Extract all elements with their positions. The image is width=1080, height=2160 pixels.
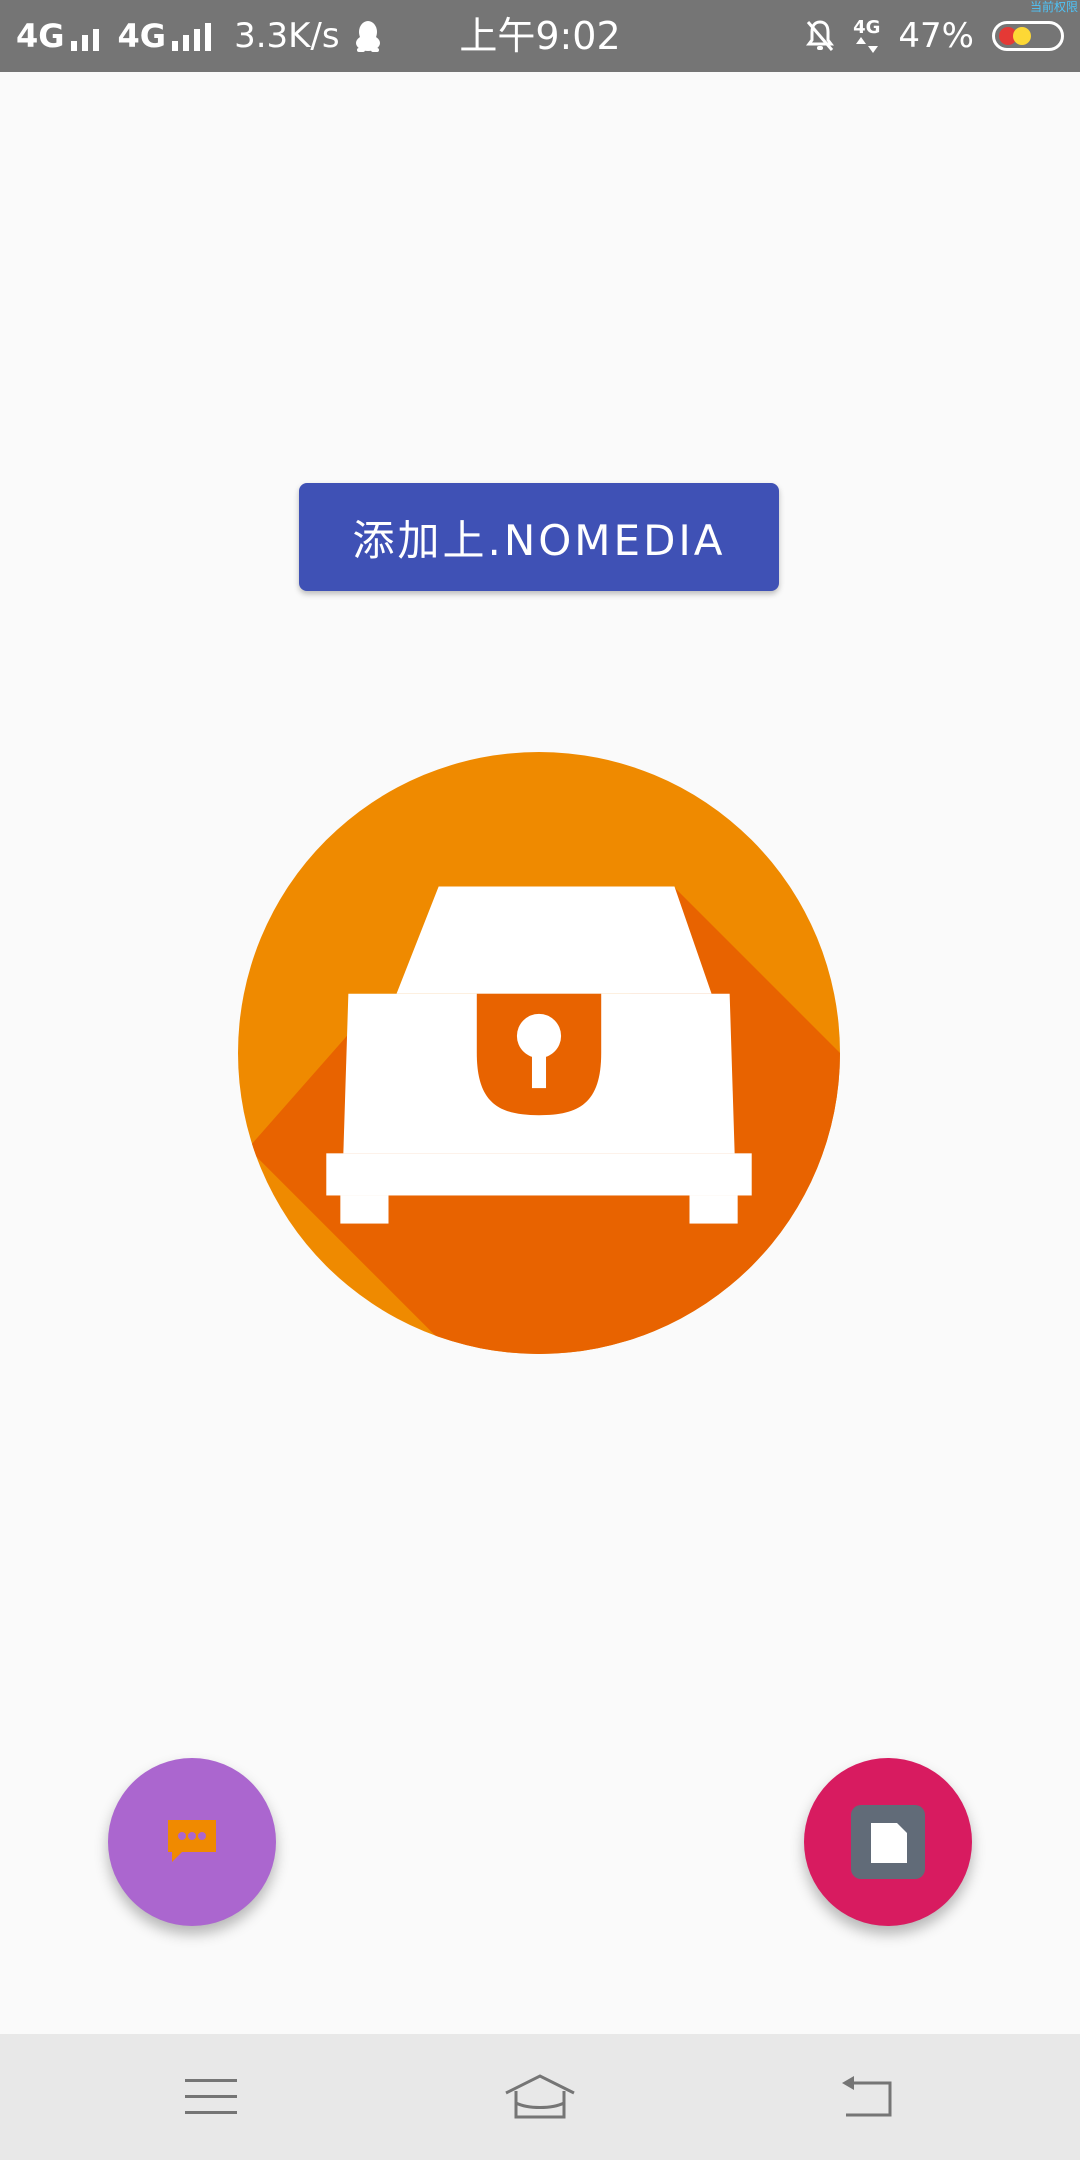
battery-icon xyxy=(992,21,1064,51)
navigation-bar xyxy=(0,2034,1080,2160)
back-icon xyxy=(842,2076,892,2117)
signal-icon xyxy=(172,21,216,51)
sim2-network-type: 4G xyxy=(117,17,167,55)
add-nomedia-button[interactable]: 添加上.NOMEDIA xyxy=(299,483,779,591)
data-network-badge: 4G xyxy=(853,17,881,38)
data-arrows-icon: 4G xyxy=(853,19,880,53)
status-bar: 4G 4G 3.3K/s 上午9:02 4G 47% 当前权限 xyxy=(0,0,1080,72)
battery-percent: 47% xyxy=(898,16,974,56)
nav-home-button[interactable] xyxy=(480,2054,600,2140)
corner-watermark: 当前权限 xyxy=(1029,0,1078,14)
status-bar-left: 4G 4G 3.3K/s xyxy=(16,0,396,72)
status-bar-right: 4G 47% xyxy=(787,0,1064,72)
sd-card-icon xyxy=(851,1805,925,1879)
network-speed: 3.3K/s xyxy=(234,16,340,56)
treasure-chest-lock-icon xyxy=(238,752,840,1354)
chat-fab-button[interactable] xyxy=(108,1758,276,1926)
nav-menu-button[interactable] xyxy=(151,2054,271,2140)
menu-icon xyxy=(185,2079,237,2114)
sd-card-fab-button[interactable] xyxy=(804,1758,972,1926)
sim1-network-type: 4G xyxy=(16,17,65,55)
sim1-signal: 4G xyxy=(16,0,104,72)
sim2-signal: 4G xyxy=(118,0,217,72)
qq-penguin-icon xyxy=(354,19,382,53)
app-screen: 4G 4G 3.3K/s 上午9:02 4G 47% 当前权限 添加上.NOME… xyxy=(0,0,1080,2160)
home-icon xyxy=(505,2074,575,2119)
mute-bell-icon xyxy=(805,19,835,53)
signal-icon xyxy=(70,21,104,51)
nav-back-button[interactable] xyxy=(808,2054,928,2140)
chat-bubble-icon xyxy=(168,1820,216,1862)
